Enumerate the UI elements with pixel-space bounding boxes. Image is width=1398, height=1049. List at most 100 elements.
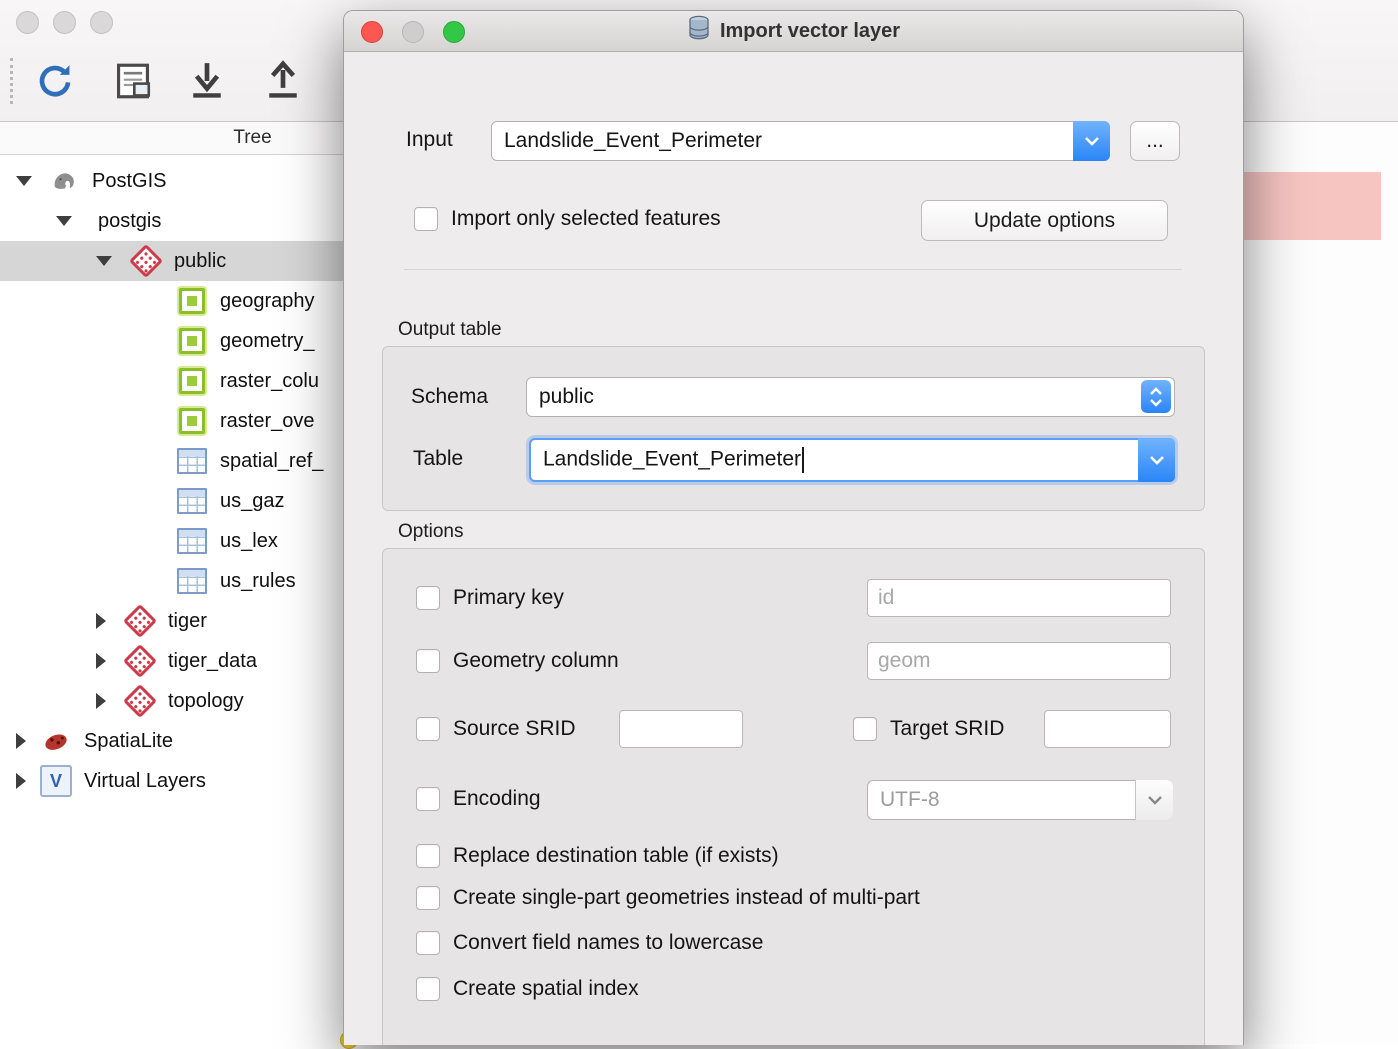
disclosure-triangle-icon[interactable]	[96, 693, 106, 709]
schema-icon	[130, 246, 162, 276]
update-options-label: Update options	[974, 209, 1115, 233]
disclosure-triangle-icon[interactable]	[16, 773, 26, 789]
lowercase-checkbox[interactable]	[416, 931, 440, 955]
schema-icon	[124, 646, 156, 676]
input-label: Input	[406, 128, 453, 152]
update-options-button[interactable]: Update options	[921, 200, 1168, 241]
stepper-icon[interactable]	[1141, 380, 1171, 413]
chevron-down-icon[interactable]	[1135, 780, 1173, 820]
chevron-down-icon[interactable]	[1073, 121, 1110, 161]
tree-item-label: us_gaz	[220, 490, 285, 513]
disclosure-triangle-icon[interactable]	[16, 176, 32, 186]
close-window-button[interactable]	[16, 11, 39, 34]
export-layer-icon[interactable]	[258, 56, 308, 106]
refresh-icon[interactable]	[30, 56, 80, 106]
single-part-label: Create single-part geometries instead of…	[453, 886, 920, 910]
geometry-column-checkbox[interactable]	[416, 649, 440, 673]
highlighted-cell-block	[1242, 172, 1381, 240]
primary-key-field[interactable]	[867, 579, 1171, 617]
tree-item-label: SpatiaLite	[84, 730, 173, 753]
import-vector-layer-dialog: Import vector layer Input Landslide_Even…	[343, 10, 1244, 1045]
geometry-column-field[interactable]	[867, 642, 1171, 680]
background-content-panel	[1242, 122, 1398, 1044]
spatial-index-checkbox[interactable]	[416, 977, 440, 1001]
input-combobox[interactable]: Landslide_Event_Perimeter	[491, 121, 1110, 161]
import-only-selected-checkbox[interactable]	[414, 207, 438, 231]
close-dialog-button[interactable]	[361, 21, 383, 43]
schema-combobox[interactable]: public	[526, 377, 1175, 417]
dialog-traffic-lights	[361, 21, 465, 43]
geometry-layer-icon	[176, 286, 208, 316]
tree-item-label: postgis	[98, 210, 161, 233]
encoding-combobox-value: UTF-8	[868, 788, 1135, 812]
minimize-dialog-button[interactable]	[402, 21, 424, 43]
tree-header-label: Tree	[233, 127, 271, 149]
source-srid-label: Source SRID	[453, 717, 576, 741]
import-only-selected-label: Import only selected features	[451, 207, 721, 231]
tree-item-label: PostGIS	[92, 170, 166, 193]
primary-key-checkbox[interactable]	[416, 586, 440, 610]
lowercase-row: Convert field names to lowercase	[416, 923, 763, 963]
chevron-down-icon[interactable]	[1138, 438, 1175, 482]
tree-item-label: geography	[220, 290, 315, 313]
tree-item-label: geometry_	[220, 330, 315, 353]
encoding-checkbox[interactable]	[416, 787, 440, 811]
replace-table-label: Replace destination table (if exists)	[453, 844, 779, 868]
geometry-column-label: Geometry column	[453, 649, 619, 673]
tree-item-label: public	[174, 250, 226, 273]
tree-item-label: us_lex	[220, 530, 278, 553]
disclosure-triangle-icon[interactable]	[96, 256, 112, 266]
options-group-label: Options	[398, 521, 463, 543]
schema-combobox-value: public	[527, 385, 1174, 409]
disclosure-triangle-icon[interactable]	[56, 216, 72, 226]
spatialite-icon	[40, 726, 72, 756]
disclosure-triangle-icon[interactable]	[96, 613, 106, 629]
replace-table-row: Replace destination table (if exists)	[416, 836, 779, 876]
spatial-index-label: Create spatial index	[453, 977, 639, 1001]
spatial-index-row: Create spatial index	[416, 969, 639, 1009]
table-combobox-value: Landslide_Event_Perimeter	[531, 447, 1138, 473]
dialog-titlebar[interactable]: Import vector layer	[344, 11, 1243, 52]
schema-icon	[124, 686, 156, 716]
divider	[404, 269, 1182, 270]
disclosure-triangle-icon[interactable]	[96, 653, 106, 669]
primary-key-row: Primary key	[416, 578, 564, 618]
zoom-window-button[interactable]	[90, 11, 113, 34]
window-traffic-lights	[16, 11, 113, 34]
database-icon	[687, 15, 711, 47]
geometry-layer-icon	[176, 366, 208, 396]
tree-item-label: tiger	[168, 610, 207, 633]
tree-item-label: raster_colu	[220, 370, 319, 393]
source-srid-checkbox[interactable]	[416, 717, 440, 741]
encoding-label: Encoding	[453, 787, 541, 811]
table-combobox[interactable]: Landslide_Event_Perimeter	[529, 438, 1175, 482]
minimize-window-button[interactable]	[53, 11, 76, 34]
single-part-row: Create single-part geometries instead of…	[416, 878, 920, 918]
tree-item-label: raster_ove	[220, 410, 315, 433]
sql-window-icon[interactable]	[108, 56, 158, 106]
source-srid-row: Source SRID	[416, 709, 576, 749]
schema-label: Schema	[411, 385, 488, 409]
target-srid-label: Target SRID	[890, 717, 1004, 741]
table-icon	[176, 446, 208, 476]
target-srid-checkbox[interactable]	[853, 717, 877, 741]
tree-item-label: Virtual Layers	[84, 770, 206, 793]
output-table-group-label: Output table	[398, 319, 502, 341]
text-cursor	[802, 447, 804, 473]
geometry-column-row: Geometry column	[416, 641, 619, 681]
target-srid-field[interactable]	[1044, 710, 1171, 748]
encoding-combobox[interactable]: UTF-8	[867, 780, 1173, 820]
disclosure-triangle-icon[interactable]	[16, 733, 26, 749]
import-layer-icon[interactable]	[182, 56, 232, 106]
tree-item-label: spatial_ref_	[220, 450, 323, 473]
output-table-group	[382, 346, 1205, 511]
geometry-layer-icon	[176, 406, 208, 436]
source-srid-field[interactable]	[619, 710, 743, 748]
zoom-dialog-button[interactable]	[443, 21, 465, 43]
table-icon	[176, 526, 208, 556]
lowercase-label: Convert field names to lowercase	[453, 931, 763, 955]
single-part-checkbox[interactable]	[416, 886, 440, 910]
toolbar-drag-handle[interactable]	[10, 58, 13, 104]
replace-table-checkbox[interactable]	[416, 844, 440, 868]
browse-button[interactable]: ...	[1130, 121, 1180, 161]
